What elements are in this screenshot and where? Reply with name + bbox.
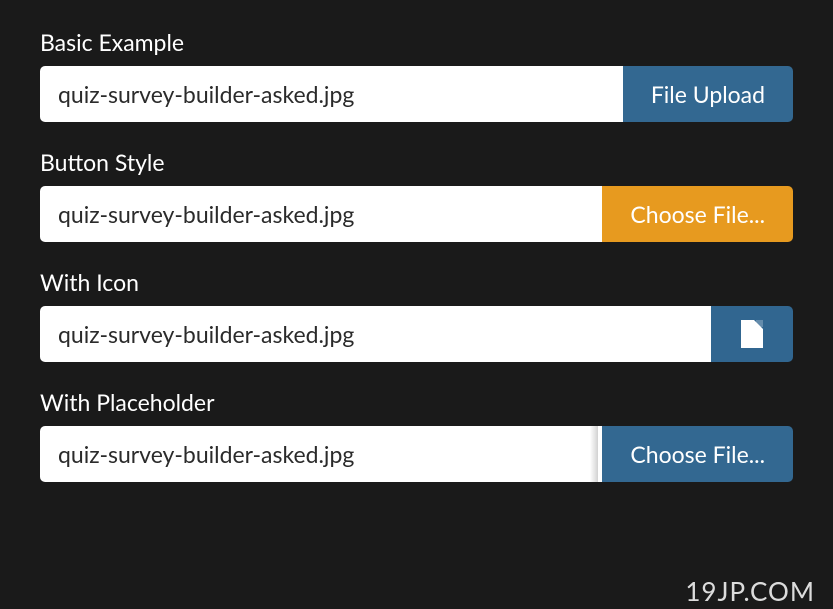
label-basic: Basic Example bbox=[40, 28, 793, 56]
file-name-button-style[interactable]: quiz-survey-builder-asked.jpg bbox=[40, 186, 602, 242]
file-name-with-icon[interactable]: quiz-survey-builder-asked.jpg bbox=[40, 306, 711, 362]
label-with-placeholder: With Placeholder bbox=[40, 388, 793, 416]
choose-file-button-placeholder[interactable]: Choose File... bbox=[602, 426, 793, 482]
example-with-placeholder: With Placeholder quiz-survey-builder-ask… bbox=[40, 388, 793, 482]
file-input-basic: quiz-survey-builder-asked.jpg File Uploa… bbox=[40, 66, 793, 122]
choose-file-icon-button[interactable] bbox=[711, 306, 793, 362]
file-upload-button[interactable]: File Upload bbox=[623, 66, 793, 122]
file-input-with-placeholder: quiz-survey-builder-asked.jpg Choose Fil… bbox=[40, 426, 793, 482]
file-input-button-style: quiz-survey-builder-asked.jpg Choose Fil… bbox=[40, 186, 793, 242]
example-button-style: Button Style quiz-survey-builder-asked.j… bbox=[40, 148, 793, 242]
choose-file-button-orange[interactable]: Choose File... bbox=[602, 186, 793, 242]
document-icon bbox=[741, 320, 763, 348]
file-name-basic[interactable]: quiz-survey-builder-asked.jpg bbox=[40, 66, 623, 122]
label-button-style: Button Style bbox=[40, 148, 793, 176]
label-with-icon: With Icon bbox=[40, 268, 793, 296]
file-name-with-placeholder[interactable]: quiz-survey-builder-asked.jpg bbox=[40, 426, 602, 482]
example-with-icon: With Icon quiz-survey-builder-asked.jpg bbox=[40, 268, 793, 362]
file-input-with-icon: quiz-survey-builder-asked.jpg bbox=[40, 306, 793, 362]
watermark-text: 19JP.COM bbox=[685, 575, 815, 607]
example-basic: Basic Example quiz-survey-builder-asked.… bbox=[40, 28, 793, 122]
